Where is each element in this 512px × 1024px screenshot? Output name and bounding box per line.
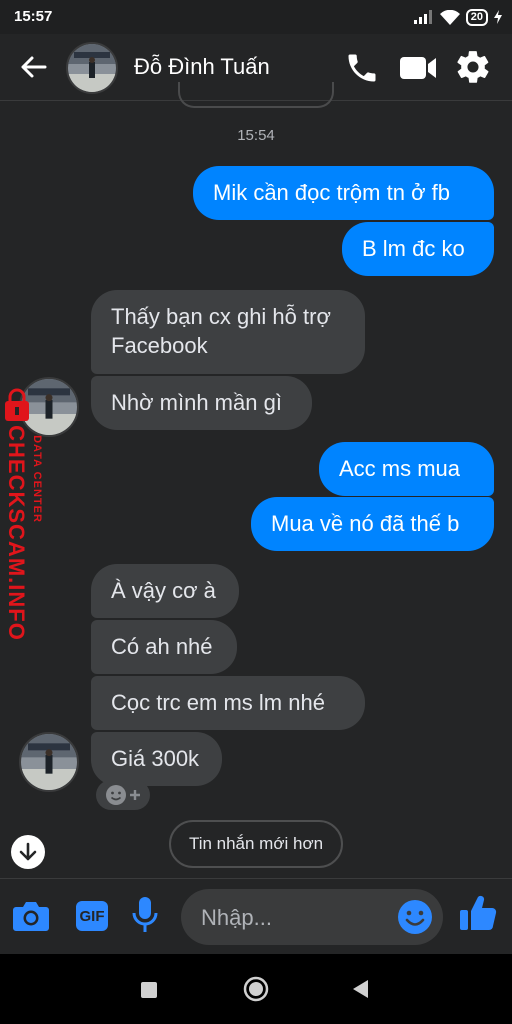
sent-message[interactable]: Mik cần đọc trộm tn ở fb (193, 166, 494, 220)
scroll-down-button[interactable] (11, 835, 45, 869)
contact-avatar[interactable] (66, 42, 118, 94)
recent-apps-button[interactable] (141, 982, 157, 998)
received-message[interactable]: Có ah nhé (91, 620, 237, 674)
wifi-icon (439, 9, 460, 25)
video-camera-icon[interactable] (398, 50, 438, 86)
contact-name[interactable]: Đỗ Đình Tuấn (134, 54, 270, 80)
status-bar: 15:57 20 (0, 0, 512, 34)
add-reaction-button[interactable] (96, 780, 150, 810)
system-nav-bar (0, 954, 512, 1024)
back-arrow-icon[interactable] (18, 52, 48, 82)
gear-icon[interactable] (454, 48, 492, 86)
received-message[interactable]: Nhờ mình mần gì (91, 376, 312, 430)
home-button[interactable] (243, 976, 269, 1002)
contact-avatar-small[interactable] (19, 732, 79, 792)
thumbs-up-icon[interactable] (458, 893, 498, 933)
sent-message[interactable]: Mua về nó đã thế b (251, 497, 494, 551)
message-timestamp: 15:54 (237, 127, 275, 144)
phone-icon[interactable] (344, 50, 380, 86)
lock-icon (5, 388, 29, 421)
received-message[interactable]: À vậy cơ à (91, 564, 239, 618)
sent-message[interactable]: Acc ms mua (319, 442, 494, 496)
received-message[interactable]: Cọc trc em ms lm nhé (91, 676, 365, 730)
camera-icon[interactable] (12, 897, 50, 933)
microphone-icon[interactable] (130, 895, 160, 935)
message-composer: GIF (0, 878, 512, 955)
charging-icon (494, 10, 502, 24)
system-back-button[interactable] (350, 978, 370, 1000)
status-time: 15:57 (14, 8, 53, 25)
plus-icon (130, 790, 140, 800)
signal-icon (413, 10, 432, 24)
battery-indicator: 20 (465, 8, 488, 26)
emoji-icon (106, 785, 126, 805)
received-message[interactable]: Giá 300k (91, 732, 222, 786)
message-input[interactable] (199, 901, 393, 935)
arrow-down-icon (19, 842, 37, 861)
watermark-text: CHECKSCAM.INFO (4, 425, 29, 641)
received-message[interactable]: Thấy bạn cx ghi hỗ trợ Facebook (91, 290, 365, 374)
gif-button[interactable]: GIF (76, 901, 108, 931)
sent-message[interactable]: B lm đc ko (342, 222, 494, 276)
newer-messages-button[interactable]: Tin nhắn mới hơn (169, 820, 343, 868)
watermark-subtitle: DATA CENTER (31, 435, 43, 523)
emoji-icon[interactable] (397, 899, 433, 935)
status-icons: 20 (413, 7, 502, 27)
previous-messages-pill[interactable] (178, 82, 334, 108)
message-input-container[interactable] (181, 889, 443, 945)
